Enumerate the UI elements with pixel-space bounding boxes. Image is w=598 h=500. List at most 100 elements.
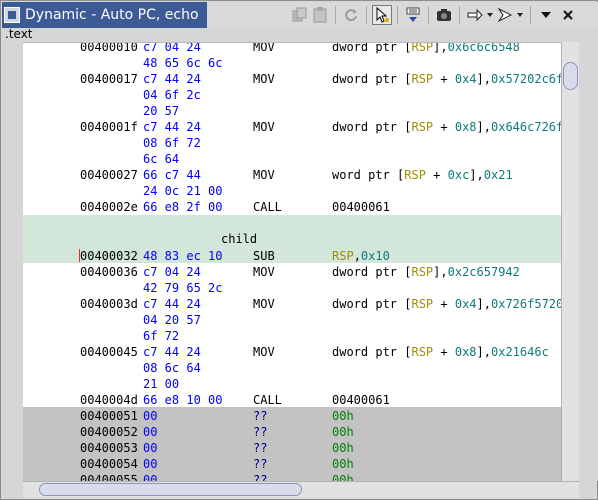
mnemonic: ?? [253,457,268,471]
listing-row[interactable]: 21 00 [23,376,561,392]
export-icon[interactable] [403,5,423,25]
mnemonic: SUB [253,249,275,263]
operands: dword ptr [RSP + 0x8],0x646c726f [332,119,561,135]
listing-row[interactable]: 48 65 6c 6c [23,55,561,71]
vertical-scroll-thumb[interactable] [563,62,578,90]
function-name: child [221,232,258,246]
cursor-track-icon[interactable] [372,5,392,25]
immediate-value: 0x21646c [491,345,549,359]
operands: 00400061 [332,199,390,215]
instruction-bytes: c7 44 24 [143,345,201,359]
instruction-bytes: 42 79 65 2c [143,281,223,295]
operand-text: dword ptr [ [332,265,412,279]
operands: 00h [332,440,354,456]
toolbar-separator [397,6,398,24]
listing-row[interactable]: 6c 64 [23,151,561,167]
immediate-value: 0x4 [454,297,477,311]
bottom-left-corner [2,481,23,499]
instruction-bytes: 08 6c 64 [143,361,201,375]
immediate-value: 0x2c657942 [447,265,520,279]
instruction-bytes: 00 [143,409,158,423]
operand-text: + [433,345,455,359]
menu-icon[interactable] [536,5,556,25]
follow-dropdown-chevron-down-icon[interactable] [515,5,525,25]
address: 0040001f [80,120,138,134]
listing-row[interactable]: 00400045 c7 44 24 MOV dword ptr [RSP + 0x8]… [23,344,561,360]
register: RSP [411,265,434,279]
close-icon[interactable] [558,5,578,25]
listing-row[interactable]: 00400036 c7 04 24 MOV dword ptr [RSP],0x2c6… [23,264,561,280]
mnemonic: MOV [253,297,275,311]
operand-text: ], [433,42,448,54]
listing-window-icon [4,7,20,23]
operands: word ptr [RSP + 0xc],0x21 [332,167,513,183]
operand-text: ], [476,297,491,311]
mnemonic: ?? [253,441,268,455]
listing-row[interactable]: 24 0c 21 00 [23,183,561,199]
register: RSP [411,42,434,54]
mnemonic: MOV [253,120,275,134]
listing-row[interactable]: 00400051 00?? 00h [23,408,561,424]
instruction-bytes: 48 83 ec 10 [143,249,223,263]
toolbar-separator [428,6,429,24]
paste-icon[interactable] [310,5,330,25]
address: 00400051 [80,409,138,423]
goto-arrow-icon[interactable] [465,5,485,25]
instruction-bytes: c7 44 24 [143,72,201,86]
listing-row[interactable]: 20 57 [23,103,561,119]
listing-row[interactable]: 00400010 c7 04 24 MOV dword ptr [RSP],0x6c6… [23,42,561,55]
address: 0040002e [80,200,138,214]
operand-text: dword ptr [ [332,345,412,359]
listing-row[interactable]: 08 6c 64 [23,360,561,376]
operand-text: + [433,297,455,311]
operands: RSP,0x10 [332,248,390,264]
snapshot-icon[interactable] [434,5,454,25]
instruction-bytes: 04 6f 2c [143,88,201,102]
listing-row[interactable]: 00400054 00?? 00h [23,456,561,472]
listing-row[interactable]: 00400032 48 83 ec 10 SUB RSP,0x10 [23,248,561,264]
instruction-bytes: 08 6f 72 [143,136,201,150]
toolbar [290,5,578,25]
listing-row[interactable]: 04 6f 2c [23,87,561,103]
horizontal-scrollbar[interactable] [23,481,579,498]
listing-row[interactable]: 00400027 66 c7 44 MOV word ptr [RSP + 0xc],… [23,167,561,183]
window-title-tab[interactable]: Dynamic - Auto PC, echo [2,2,207,28]
refresh-icon[interactable] [341,5,361,25]
listing-row[interactable]: 42 79 65 2c [23,280,561,296]
address: 00400027 [80,168,138,182]
listing-row[interactable]: 0040004d 66 e8 10 00 CALL 00400061 [23,392,561,408]
listing-row[interactable]: 08 6f 72 [23,135,561,151]
listing-row[interactable]: 0040002e 66 e8 2f 00 CALL 00400061 [23,199,561,215]
goto-dropdown-chevron-down-icon[interactable] [485,5,495,25]
listing-row[interactable]: 00400052 00?? 00h [23,424,561,440]
instruction-bytes: c7 04 24 [143,42,201,54]
immediate-value: 0x6c6c6548 [447,42,520,54]
immediate-value: 0x57202c6f [491,72,561,86]
mnemonic: ?? [253,409,268,423]
immediate-value: 0x8 [454,120,477,134]
vertical-scrollbar[interactable] [561,42,580,481]
listing-row[interactable]: 04 20 57 [23,312,561,328]
follow-icon[interactable] [495,5,515,25]
instruction-bytes: 48 65 6c 6c [143,56,223,70]
address: 00400017 [80,72,138,86]
instruction-bytes: 66 c7 44 [143,168,201,182]
listing-row[interactable]: 00400053 00?? 00h [23,440,561,456]
listing-row[interactable]: 6f 72 [23,328,561,344]
operands: dword ptr [RSP],0x2c657942 [332,264,520,280]
operands: 00h [332,408,354,424]
listing-row[interactable]: 0040003d c7 44 24 MOV dword ptr [RSP + 0x4]… [23,296,561,312]
instruction-bytes: c7 04 24 [143,265,201,279]
listing-row[interactable]: 00400017 c7 44 24 MOV dword ptr [RSP + 0x4]… [23,71,561,87]
horizontal-scroll-thumb[interactable] [39,483,302,496]
disassembly-listing[interactable]: child 00400010 c7 04 24 MOV dword ptr [RSP]… [23,42,561,482]
instruction-bytes: 00 [143,457,158,471]
title-bar: Dynamic - Auto PC, echo [2,2,598,29]
operand-text: 00400061 [332,393,390,407]
copy-icon[interactable] [290,5,310,25]
listing-row[interactable]: 0040001f c7 44 24 MOV dword ptr [RSP + 0x8]… [23,119,561,135]
section-label-row: .text [2,27,598,42]
toolbar-separator [366,6,367,24]
operands: dword ptr [RSP],0x6c6c6548 [332,42,520,55]
address: 0040003d [80,297,138,311]
